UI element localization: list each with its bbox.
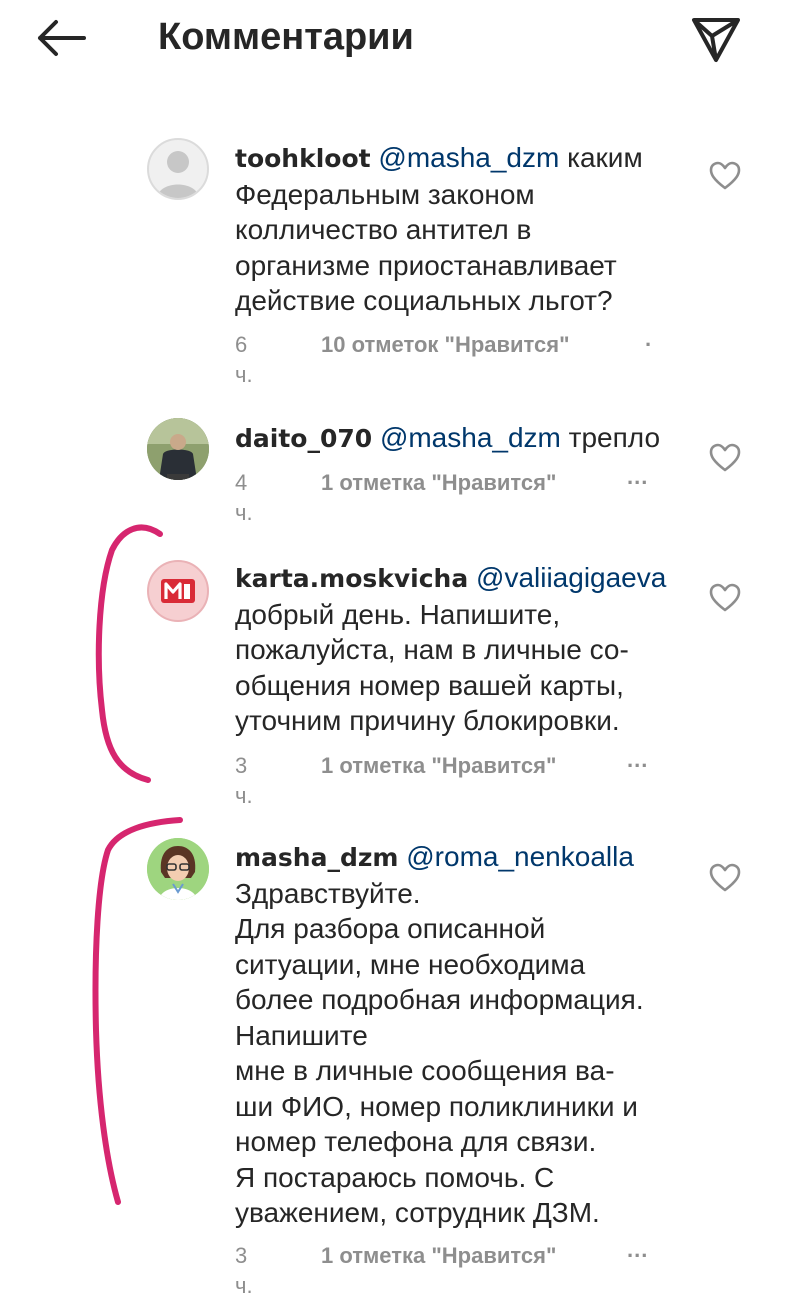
back-button[interactable] — [32, 14, 92, 62]
comment-options[interactable]: ... — [627, 745, 648, 775]
comment-text: трепло — [568, 422, 661, 453]
annotation-bracket-1 — [95, 524, 163, 783]
comment-body: toohkloot @masha_dzm каким Федеральным з… — [235, 140, 675, 319]
comment-likes[interactable]: 1 отметка "Нравится" — [321, 468, 556, 498]
comment-time: 3 ч. — [235, 1243, 253, 1298]
comment-mention[interactable]: @valiiagigaeva — [476, 562, 666, 593]
comment-time: 4 ч. — [235, 470, 253, 525]
comment-likes[interactable]: 1 отметка "Нравится" — [321, 1241, 556, 1271]
user-photo-icon — [147, 418, 209, 480]
heart-outline-icon — [709, 161, 741, 190]
comment-body: daito_070 @masha_dzm трепло — [235, 420, 675, 457]
comment-text: добрый день. Напишите, пожалуйста, нам в… — [235, 598, 629, 736]
cartoon-doctor-icon — [147, 838, 209, 900]
heart-outline-icon — [709, 863, 741, 892]
comment-mention[interactable]: @roma_nenkoalla — [406, 841, 634, 872]
heart-outline-icon — [709, 443, 741, 472]
comment-options[interactable]: . — [645, 324, 652, 354]
arrow-left-icon — [38, 20, 86, 56]
avatar-default[interactable] — [147, 138, 209, 200]
share-button[interactable] — [688, 12, 744, 64]
comment-username[interactable]: daito_070 — [235, 424, 372, 453]
comment-username[interactable]: karta.moskvicha — [235, 564, 468, 593]
comment-body: masha_dzm @roma_nenkoalla Здравствуйте. … — [235, 839, 675, 1231]
comment-time: 6 ч. — [235, 332, 253, 387]
like-button[interactable] — [708, 582, 742, 614]
top-bar: Комментарии — [0, 0, 786, 78]
comment-options[interactable]: ... — [627, 462, 648, 492]
comment-text: Здравствуйте. Для разбора описанной ситу… — [235, 877, 644, 1229]
like-button[interactable] — [708, 442, 742, 474]
comment-time: 3 ч. — [235, 753, 253, 808]
comment-likes[interactable]: 10 отметок "Нравится" — [321, 330, 570, 360]
red-card-logo-icon — [161, 579, 195, 603]
avatar-brand-logo[interactable] — [147, 560, 209, 622]
comment-body: karta.moskvicha @valiiagigaeva добрый де… — [235, 560, 675, 739]
avatar-photo[interactable] — [147, 418, 209, 480]
like-button[interactable] — [708, 160, 742, 192]
comment-username[interactable]: toohkloot — [235, 144, 371, 173]
comment-mention[interactable]: @masha_dzm — [380, 422, 561, 453]
like-button[interactable] — [708, 862, 742, 894]
avatar-cartoon[interactable] — [147, 838, 209, 900]
comment-likes[interactable]: 1 отметка "Нравится" — [321, 751, 556, 781]
comment-mention[interactable]: @masha_dzm — [378, 142, 559, 173]
user-placeholder-icon — [157, 151, 199, 198]
page-title: Комментарии — [158, 16, 414, 58]
comment-options[interactable]: ... — [627, 1235, 648, 1265]
heart-outline-icon — [709, 583, 741, 612]
comment-username[interactable]: masha_dzm — [235, 843, 398, 872]
paper-plane-icon — [692, 18, 740, 62]
